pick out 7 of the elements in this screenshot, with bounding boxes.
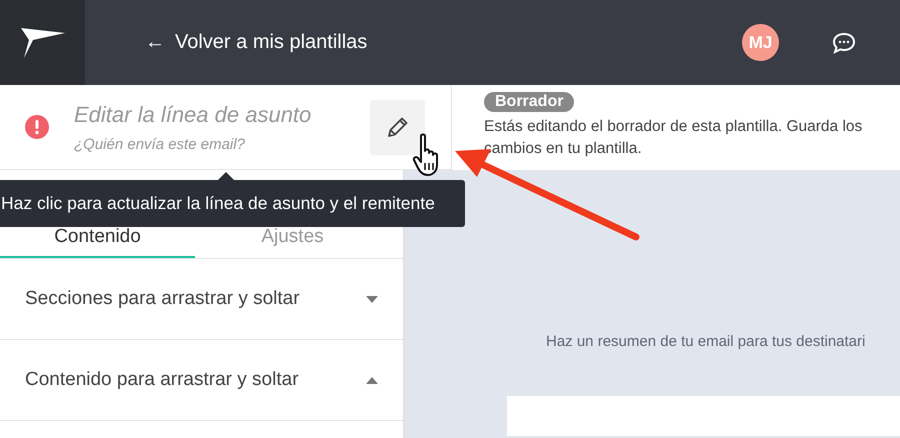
draft-badge: Borrador [484,92,574,112]
preheader-text: Haz un resumen de tu email para tus destinatari [546,333,866,350]
sender-text: ¿Quién envía este email? [74,136,246,152]
draft-message: Estás editando el borrador de esta plantilla. Guarda los cambios en tu plantilla. [484,117,864,159]
section-label: Secciones para arrastrar y soltar [25,288,300,310]
subject-line-text: Editar la línea de asunto [74,102,312,128]
section-label: Contenido para arrastrar y soltar [25,369,299,391]
